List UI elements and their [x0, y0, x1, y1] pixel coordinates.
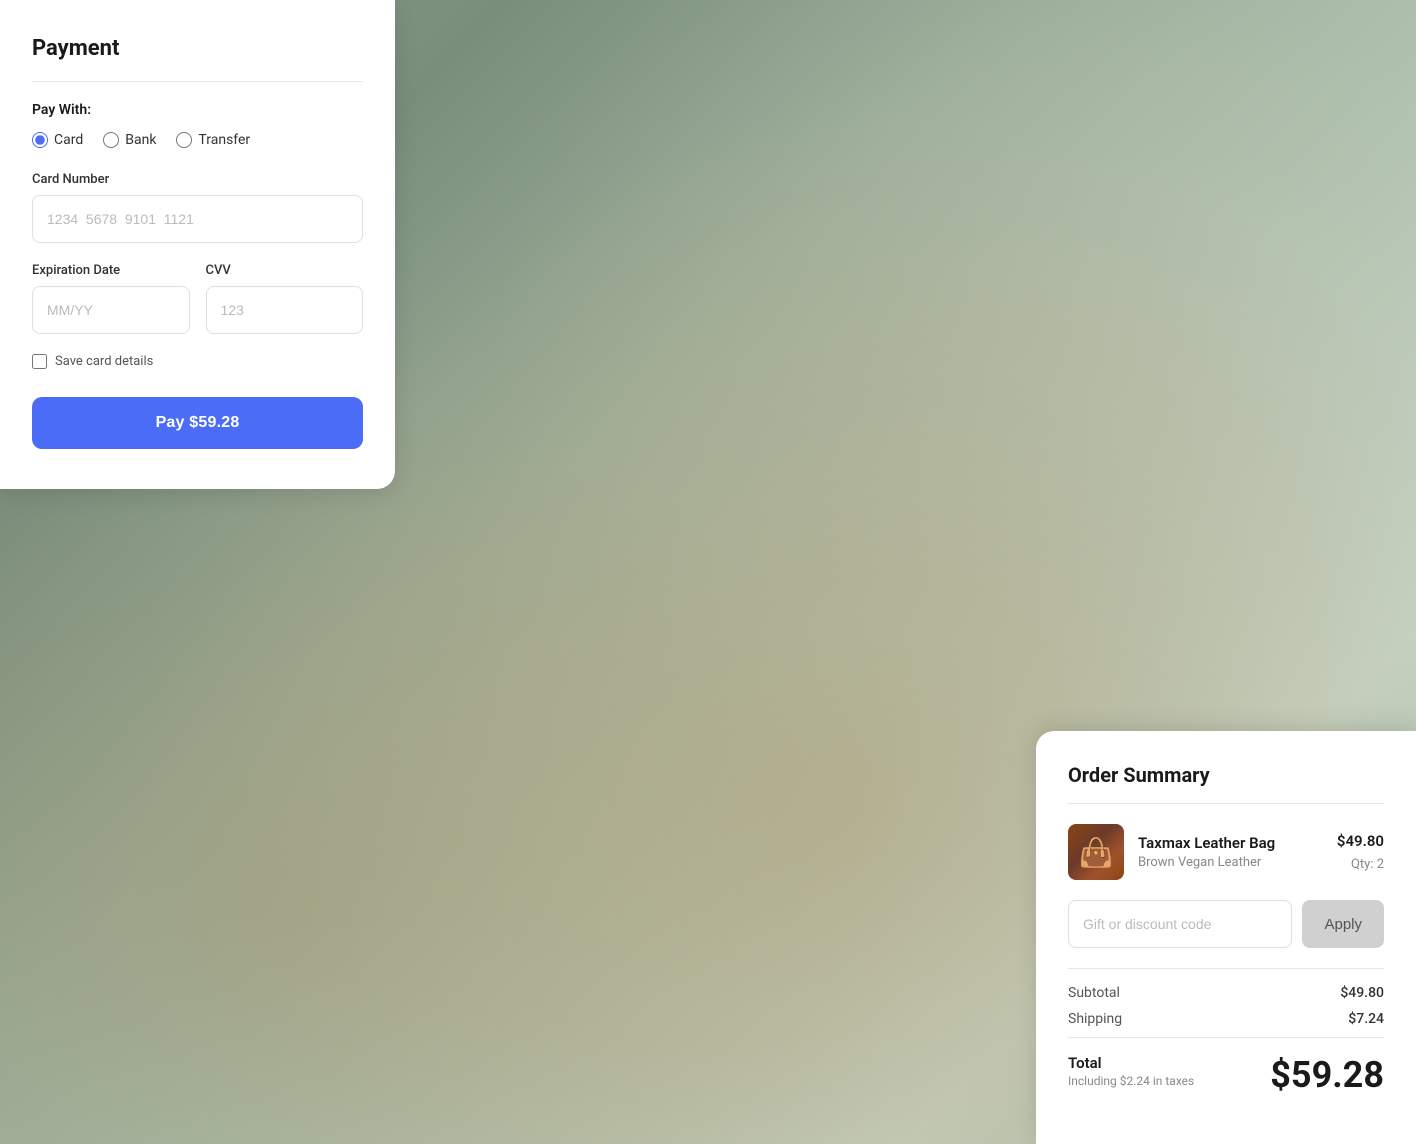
- product-row: Taxmax Leather Bag Brown Vegan Leather $…: [1068, 824, 1384, 880]
- payment-title: Payment: [32, 36, 363, 61]
- expiration-field: Expiration Date: [32, 263, 190, 334]
- radio-transfer-label: Transfer: [198, 132, 250, 148]
- shipping-label: Shipping: [1068, 1011, 1122, 1027]
- pay-button[interactable]: Pay $59.28: [32, 397, 363, 449]
- order-summary-card: Order Summary Taxmax Leather Bag Brown V…: [1036, 731, 1416, 1144]
- product-thumbnail: [1068, 824, 1124, 880]
- subtotal-value: $49.80: [1340, 985, 1384, 1001]
- payment-method-group: Card Bank Transfer: [32, 132, 363, 148]
- product-qty: Qty: 2: [1351, 857, 1384, 872]
- discount-input[interactable]: [1068, 900, 1292, 948]
- subtotal-label: Subtotal: [1068, 985, 1120, 1001]
- radio-transfer[interactable]: Transfer: [176, 132, 250, 148]
- card-number-input[interactable]: [32, 195, 363, 243]
- total-tax: Including $2.24 in taxes: [1068, 1074, 1194, 1088]
- save-card-label: Save card details: [55, 354, 153, 369]
- payment-card: Payment Pay With: Card Bank Transfer Car…: [0, 0, 395, 489]
- cvv-input[interactable]: [206, 286, 364, 334]
- product-variant: Brown Vegan Leather: [1138, 855, 1323, 870]
- radio-transfer-input[interactable]: [176, 132, 192, 148]
- radio-card-label: Card: [54, 132, 83, 148]
- total-divider: [1068, 1037, 1384, 1038]
- radio-bank[interactable]: Bank: [103, 132, 156, 148]
- pay-with-label: Pay With:: [32, 102, 363, 118]
- product-price: $49.80: [1337, 832, 1384, 850]
- expiry-cvv-row: Expiration Date CVV: [32, 263, 363, 334]
- total-amount: $59.28: [1270, 1054, 1384, 1096]
- radio-card-input[interactable]: [32, 132, 48, 148]
- subtotal-row: Subtotal $49.80: [1068, 985, 1384, 1001]
- save-card-row: Save card details: [32, 354, 363, 369]
- card-number-label: Card Number: [32, 172, 363, 187]
- total-label: Total: [1068, 1054, 1194, 1072]
- radio-bank-input[interactable]: [103, 132, 119, 148]
- payment-divider: [32, 81, 363, 82]
- product-price-column: $49.80 Qty: 2: [1337, 832, 1384, 872]
- discount-row: Apply: [1068, 900, 1384, 948]
- order-summary-title: Order Summary: [1068, 763, 1384, 787]
- radio-card[interactable]: Card: [32, 132, 83, 148]
- save-card-checkbox[interactable]: [32, 354, 47, 369]
- order-divider: [1068, 803, 1384, 804]
- card-number-field: Card Number: [32, 172, 363, 243]
- product-info: Taxmax Leather Bag Brown Vegan Leather: [1138, 834, 1323, 870]
- summary-divider-top: [1068, 968, 1384, 969]
- apply-button[interactable]: Apply: [1302, 900, 1384, 948]
- total-label-group: Total Including $2.24 in taxes: [1068, 1054, 1194, 1088]
- cvv-field: CVV: [206, 263, 364, 334]
- shipping-row: Shipping $7.24: [1068, 1011, 1384, 1027]
- total-row: Total Including $2.24 in taxes $59.28: [1068, 1054, 1384, 1096]
- product-name: Taxmax Leather Bag: [1138, 834, 1323, 852]
- expiration-label: Expiration Date: [32, 263, 190, 278]
- shipping-value: $7.24: [1348, 1011, 1384, 1027]
- expiration-input[interactable]: [32, 286, 190, 334]
- radio-bank-label: Bank: [125, 132, 156, 148]
- cvv-label: CVV: [206, 263, 364, 278]
